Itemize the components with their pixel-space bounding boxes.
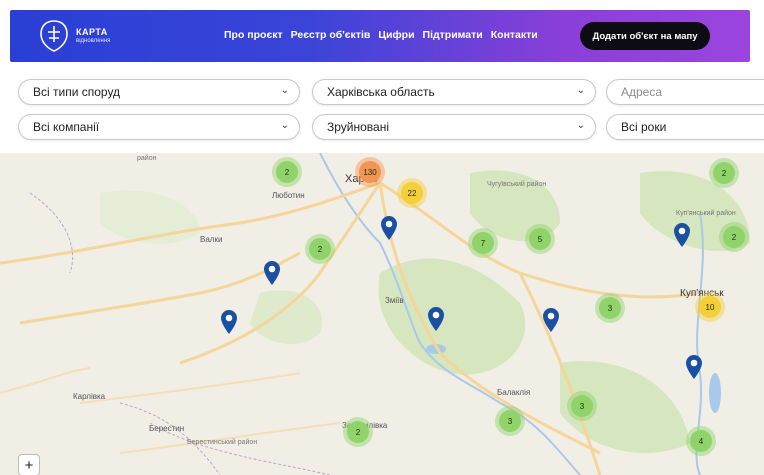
status-value: Зруйновані: [327, 120, 389, 134]
main-nav: Про проєкт Реєстр об'єктів Цифри Підтрим…: [224, 29, 538, 41]
place-label: Балаклія: [497, 388, 531, 397]
brand[interactable]: КАРТА відновлення: [76, 27, 110, 44]
map-pin-icon[interactable]: [220, 309, 238, 335]
cluster-marker[interactable]: 3: [599, 297, 621, 319]
cluster-marker[interactable]: 3: [499, 410, 521, 432]
status-select[interactable]: Зруйновані ⌄: [312, 114, 596, 140]
address-input[interactable]: Адреса: [606, 79, 764, 105]
cluster-marker[interactable]: 2: [723, 226, 745, 248]
region-select[interactable]: Харківська область ⌄: [312, 79, 596, 105]
place-label: Куп'янський район: [676, 210, 736, 217]
map-pin-icon[interactable]: [542, 307, 560, 333]
year-select[interactable]: Всі роки: [606, 114, 764, 140]
place-label: Люботин: [272, 191, 305, 200]
zoom-in-button[interactable]: +: [18, 454, 40, 475]
place-label: Чугуївський район: [487, 181, 547, 188]
cluster-marker[interactable]: 5: [529, 228, 551, 250]
place-label: Берестинський район: [187, 439, 258, 446]
place-label: Куп'янськ: [680, 288, 724, 299]
nav-numbers[interactable]: Цифри: [378, 29, 414, 41]
cluster-marker[interactable]: 10: [699, 296, 721, 318]
year-value: Всі роки: [621, 120, 667, 134]
cluster-marker[interactable]: 2: [347, 421, 369, 443]
map-pin-icon[interactable]: [673, 222, 691, 248]
brand-subtitle: відновлення: [76, 38, 111, 44]
cluster-marker[interactable]: 4: [690, 430, 712, 452]
map-pin-icon[interactable]: [427, 306, 445, 332]
cluster-marker[interactable]: 3: [571, 395, 593, 417]
building-type-select[interactable]: Всі типи споруд ⌄: [18, 79, 300, 105]
address-placeholder: Адреса: [621, 85, 663, 99]
add-object-button[interactable]: Додати об'єкт на мапу: [580, 22, 710, 50]
nav-about[interactable]: Про проєкт: [224, 29, 283, 41]
place-label: район: [137, 155, 157, 162]
map-pin-icon[interactable]: [685, 354, 703, 380]
company-value: Всі компанії: [33, 120, 100, 134]
nav-support[interactable]: Підтримати: [423, 29, 483, 41]
cluster-marker[interactable]: 22: [401, 182, 423, 204]
cluster-marker[interactable]: 2: [276, 161, 298, 183]
cluster-marker[interactable]: 2: [713, 162, 735, 184]
cluster-marker[interactable]: 7: [472, 232, 494, 254]
region-value: Харківська область: [327, 85, 435, 99]
chevron-down-icon: ⌄: [280, 85, 289, 96]
building-type-value: Всі типи споруд: [33, 85, 121, 99]
map[interactable]: Харків Люботин Валки Зміїв Балаклія Куп'…: [0, 153, 764, 475]
nav-registry[interactable]: Реєстр об'єктів: [291, 29, 371, 41]
company-select[interactable]: Всі компанії ⌄: [18, 114, 300, 140]
place-label: Карлівка: [73, 392, 106, 401]
cluster-marker[interactable]: 130: [359, 161, 381, 183]
nav-contacts[interactable]: Контакти: [491, 29, 538, 41]
logo-icon[interactable]: [36, 18, 72, 54]
chevron-down-icon: ⌄: [576, 85, 585, 96]
chevron-down-icon: ⌄: [576, 120, 585, 131]
place-label: Берестин: [149, 424, 185, 433]
map-pin-icon[interactable]: [263, 260, 281, 286]
place-label: Валки: [200, 235, 223, 244]
brand-title: КАРТА: [76, 27, 108, 37]
map-pin-icon[interactable]: [380, 215, 398, 241]
place-label: Зміїв: [385, 296, 404, 305]
cluster-marker[interactable]: 2: [309, 238, 331, 260]
chevron-down-icon: ⌄: [280, 120, 289, 131]
